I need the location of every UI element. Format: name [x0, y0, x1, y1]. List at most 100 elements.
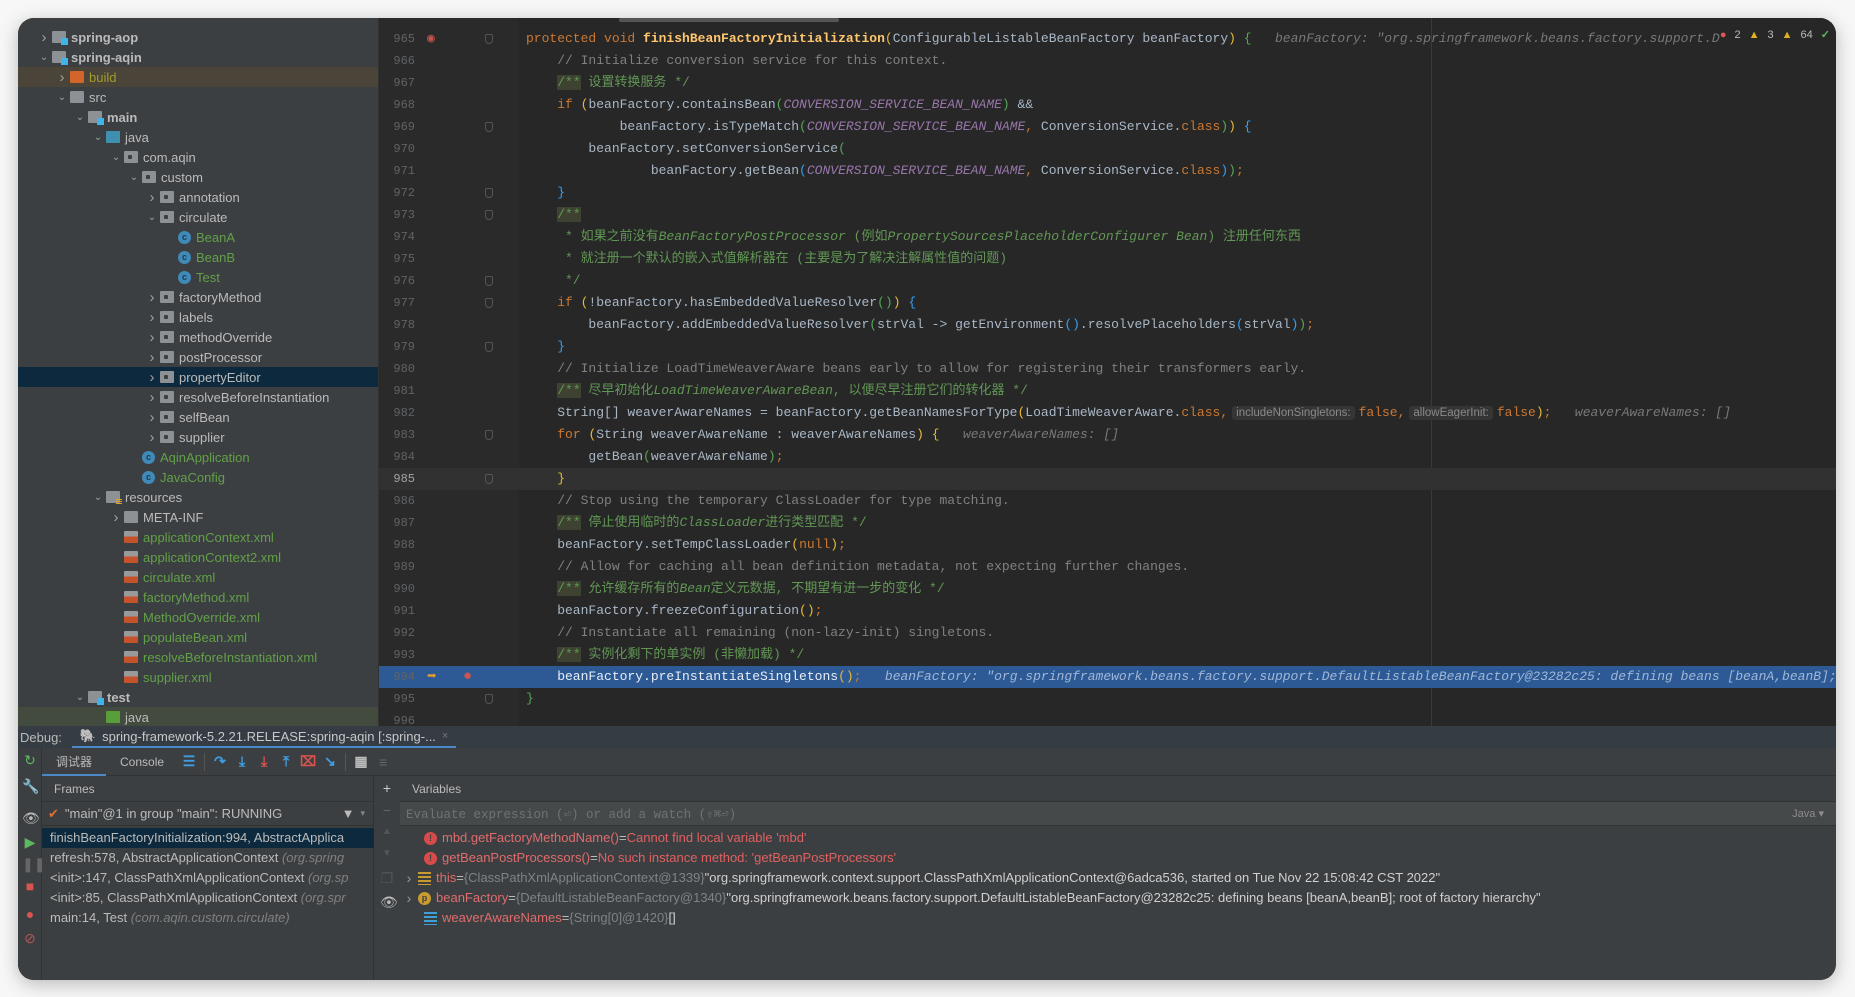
step-out-icon[interactable]: ⤒	[275, 753, 297, 770]
variable-row[interactable]: ! getBeanPostProcessors() = No such insta…	[400, 848, 1836, 868]
code-line[interactable]: 987 /** 停止使用临时的ClassLoader进行类型匹配 */	[379, 512, 1836, 534]
tree-item[interactable]: ⌄ circulate	[18, 207, 378, 227]
code-line[interactable]: 993 /** 实例化剩下的单实例 (非懒加载) */	[379, 644, 1836, 666]
chevron-down-icon[interactable]: ⌄	[108, 152, 124, 163]
line-number[interactable]: 978	[379, 314, 415, 336]
inspection-widget[interactable]: ● 2 ▲ 3 ▲ 64 ✓	[1720, 28, 1830, 42]
line-number[interactable]: 967	[379, 72, 415, 94]
chevron-right-icon[interactable]: ›	[144, 289, 160, 306]
tree-item[interactable]: applicationContext2.xml	[18, 547, 378, 567]
fold-marker-icon[interactable]	[485, 210, 493, 220]
code-editor[interactable]: 965 ◉ protected void finishBeanFactoryInit…	[379, 18, 1836, 726]
line-number[interactable]: 968	[379, 94, 415, 116]
chevron-down-icon[interactable]: ⌄	[72, 692, 88, 703]
chevron-down-icon[interactable]: ▾	[360, 808, 365, 819]
code-line[interactable]: 971 beanFactory.getBean(CONVERSION_SERVI…	[379, 160, 1836, 182]
horizontal-scrollbar[interactable]	[619, 18, 839, 22]
tree-item[interactable]: applicationContext.xml	[18, 527, 378, 547]
code-line[interactable]: 991 beanFactory.freezeConfiguration();	[379, 600, 1836, 622]
tree-item[interactable]: c BeanA	[18, 227, 378, 247]
code-line[interactable]: 979 }	[379, 336, 1836, 358]
code-line[interactable]: 988 beanFactory.setTempClassLoader(null)…	[379, 534, 1836, 556]
stack-frame[interactable]: refresh:578, AbstractApplicationContext …	[42, 848, 374, 868]
variable-row[interactable]: › this = {ClassPathXmlApplicationContext@…	[400, 868, 1836, 888]
language-dropdown[interactable]: Java ▾	[1792, 807, 1824, 820]
breakpoint-icon[interactable]: ●	[463, 666, 472, 688]
tree-item[interactable]: › propertyEditor	[18, 367, 378, 387]
tree-item[interactable]: c Test	[18, 267, 378, 287]
code-line[interactable]: 980 // Initialize LoadTimeWeaverAware be…	[379, 358, 1836, 380]
tree-item[interactable]: ⌄ main	[18, 107, 378, 127]
chevron-right-icon[interactable]: ›	[144, 429, 160, 446]
line-number[interactable]: 981	[379, 380, 415, 402]
fold-marker-icon[interactable]	[485, 474, 493, 484]
tree-item[interactable]: › postProcessor	[18, 347, 378, 367]
tree-item[interactable]: resolveBeforeInstantiation.xml	[18, 647, 378, 667]
chevron-down-icon[interactable]: ⌄	[90, 492, 106, 503]
line-number[interactable]: 989	[379, 556, 415, 578]
chevron-down-icon[interactable]: ⌄	[90, 132, 106, 143]
code-line[interactable]: 978 beanFactory.addEmbeddedValueResolver…	[379, 314, 1836, 336]
chevron-right-icon[interactable]: ›	[144, 309, 160, 326]
code-line[interactable]: 976 */	[379, 270, 1836, 292]
fold-marker-icon[interactable]	[485, 298, 493, 308]
code-line[interactable]: 984 getBean(weaverAwareName);	[379, 446, 1836, 468]
code-line[interactable]: 975 * 就注册一个默认的嵌入式值解析器在 (主要是为了解决注解属性值的问题)	[379, 248, 1836, 270]
line-number[interactable]: 977	[379, 292, 415, 314]
code-line[interactable]: 967 /** 设置转换服务 */	[379, 72, 1836, 94]
code-line[interactable]: 994 ➡ ● beanFactory.preInstantiateSingleto…	[379, 666, 1836, 688]
line-number[interactable]: 965	[379, 28, 415, 50]
line-number[interactable]: 966	[379, 50, 415, 72]
variable-row[interactable]: weaverAwareNames = {String[0]@1420} []	[400, 908, 1836, 928]
line-number[interactable]: 987	[379, 512, 415, 534]
code-line[interactable]: 995}	[379, 688, 1836, 710]
code-line[interactable]: 969 beanFactory.isTypeMatch(CONVERSION_S…	[379, 116, 1836, 138]
stack-frame[interactable]: <init>:147, ClassPathXmlApplicationConte…	[42, 868, 374, 888]
project-tree[interactable]: › spring-aop ⌄ spring-aqin › build ⌄ src ⌄ main ⌄ j…	[18, 18, 379, 726]
code-line[interactable]: 972 }	[379, 182, 1836, 204]
line-number[interactable]: 985	[379, 468, 415, 490]
code-line[interactable]: 989 // Allow for caching all bean defini…	[379, 556, 1836, 578]
variable-row[interactable]: ! mbd.getFactoryMethodName() = Cannot fin…	[400, 828, 1836, 848]
line-number[interactable]: 973	[379, 204, 415, 226]
pause-icon[interactable]: ❚❚	[22, 856, 45, 872]
force-step-into-icon[interactable]: ⤓	[253, 753, 275, 770]
drop-frame-icon[interactable]: ⌧	[297, 753, 319, 770]
chevron-right-icon[interactable]: ›	[54, 69, 70, 86]
line-number[interactable]: 976	[379, 270, 415, 292]
resume-icon[interactable]: ▶	[22, 834, 38, 850]
fold-marker-icon[interactable]	[485, 694, 493, 704]
fold-marker-icon[interactable]	[485, 342, 493, 352]
line-number[interactable]: 971	[379, 160, 415, 182]
line-number[interactable]: 993	[379, 644, 415, 666]
chevron-down-icon[interactable]: ⌄	[54, 92, 70, 103]
line-number[interactable]: 983	[379, 424, 415, 446]
tree-item[interactable]: ⌄ com.aqin	[18, 147, 378, 167]
filter-icon[interactable]: ▼	[342, 806, 355, 821]
code-line[interactable]: 977 if (!beanFactory.hasEmbeddedValueRes…	[379, 292, 1836, 314]
chevron-right-icon[interactable]: ›	[144, 349, 160, 366]
line-number[interactable]: 974	[379, 226, 415, 248]
chevron-down-icon[interactable]: ⌄	[144, 212, 160, 223]
code-line[interactable]: 968 if (beanFactory.containsBean(CONVERS…	[379, 94, 1836, 116]
add-watch-icon[interactable]: +	[380, 780, 394, 796]
tree-item[interactable]: ⌄ java	[18, 127, 378, 147]
code-line[interactable]: 981 /** 尽早初始化LoadTimeWeaverAwareBean, 以便…	[379, 380, 1836, 402]
tree-item[interactable]: ⌄ test	[18, 687, 378, 707]
evaluate-expression-icon[interactable]: ▦	[350, 753, 372, 770]
tree-item[interactable]: c AqinApplication	[18, 447, 378, 467]
code-line[interactable]: 970 beanFactory.setConversionService(	[379, 138, 1836, 160]
debug-session-tab[interactable]: 🐘 spring-framework-5.2.21.RELEASE:spring…	[71, 726, 457, 748]
remove-watch-icon[interactable]: −	[380, 802, 394, 818]
tree-item[interactable]: ⌄ spring-aqin	[18, 47, 378, 67]
chevron-right-icon[interactable]: ›	[144, 369, 160, 386]
tree-item[interactable]: MethodOverride.xml	[18, 607, 378, 627]
tree-item[interactable]: ⌄ resources	[18, 487, 378, 507]
trace-stream-icon[interactable]: ≡	[372, 754, 394, 770]
layout-menu-icon[interactable]: ☰	[178, 753, 200, 770]
line-number[interactable]: 969	[379, 116, 415, 138]
fold-marker-icon[interactable]	[485, 430, 493, 440]
chevron-right-icon[interactable]: ›	[144, 389, 160, 406]
code-line[interactable]: 983 for (String weaverAwareName : weaver…	[379, 424, 1836, 446]
code-line[interactable]: 992 // Instantiate all remaining (non-la…	[379, 622, 1836, 644]
